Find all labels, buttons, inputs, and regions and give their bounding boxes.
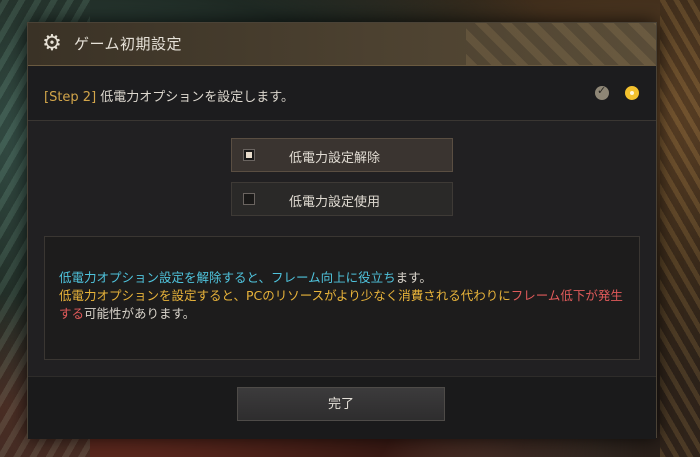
info-line-1-part-2: フレーム向上に役立ち — [271, 270, 396, 285]
step-header: [Step 2] 低電力オプションを設定します。 — [28, 66, 656, 121]
option-label: 低電力設定解除 — [289, 151, 381, 166]
option-low-power-off[interactable]: 低電力設定解除 — [231, 138, 453, 172]
option-label: 低電力設定使用 — [289, 195, 381, 210]
info-line-1-part-3: ます。 — [395, 270, 432, 285]
info-line-2-part-3: 可能性があります。 — [84, 306, 196, 321]
checkbox-icon[interactable] — [243, 149, 255, 161]
dialog-title: ゲーム初期設定 — [74, 35, 183, 53]
info-line-2-part-1: 低電力オプションを設定すると、PCのリソースがより少なく消費される代わりに — [59, 288, 511, 303]
step-2-current-icon — [625, 86, 639, 100]
step-1-completed-icon — [595, 84, 609, 100]
info-panel: 低電力オプション設定を解除すると、フレーム向上に役立ちます。 低電力オプションを… — [44, 236, 640, 360]
done-button[interactable]: 完了 — [237, 387, 445, 421]
background-art-right — [660, 0, 700, 457]
dialog-footer: 完了 — [28, 376, 656, 439]
titlebar-pattern — [466, 23, 656, 65]
dialog-titlebar: ⚙ ゲーム初期設定 — [28, 23, 656, 66]
info-line-2: 低電力オプションを設定すると、PCのリソースがより少なく消費される代わりにフレー… — [59, 287, 629, 323]
info-line-1: 低電力オプション設定を解除すると、フレーム向上に役立ちます。 — [59, 269, 629, 287]
option-low-power-on[interactable]: 低電力設定使用 — [231, 182, 453, 216]
game-setup-dialog: ⚙ ゲーム初期設定 [Step 2] 低電力オプションを設定します。 低電力設定… — [27, 22, 657, 439]
step-description: [Step 2] 低電力オプションを設定します。 — [44, 86, 294, 105]
checkbox-icon[interactable] — [243, 193, 255, 205]
gear-icon: ⚙ — [42, 31, 62, 56]
info-line-1-part-1: 低電力オプション設定を解除すると、 — [59, 270, 272, 285]
step-tag: [Step 2] — [44, 90, 97, 105]
step-text: 低電力オプションを設定します。 — [96, 90, 294, 105]
